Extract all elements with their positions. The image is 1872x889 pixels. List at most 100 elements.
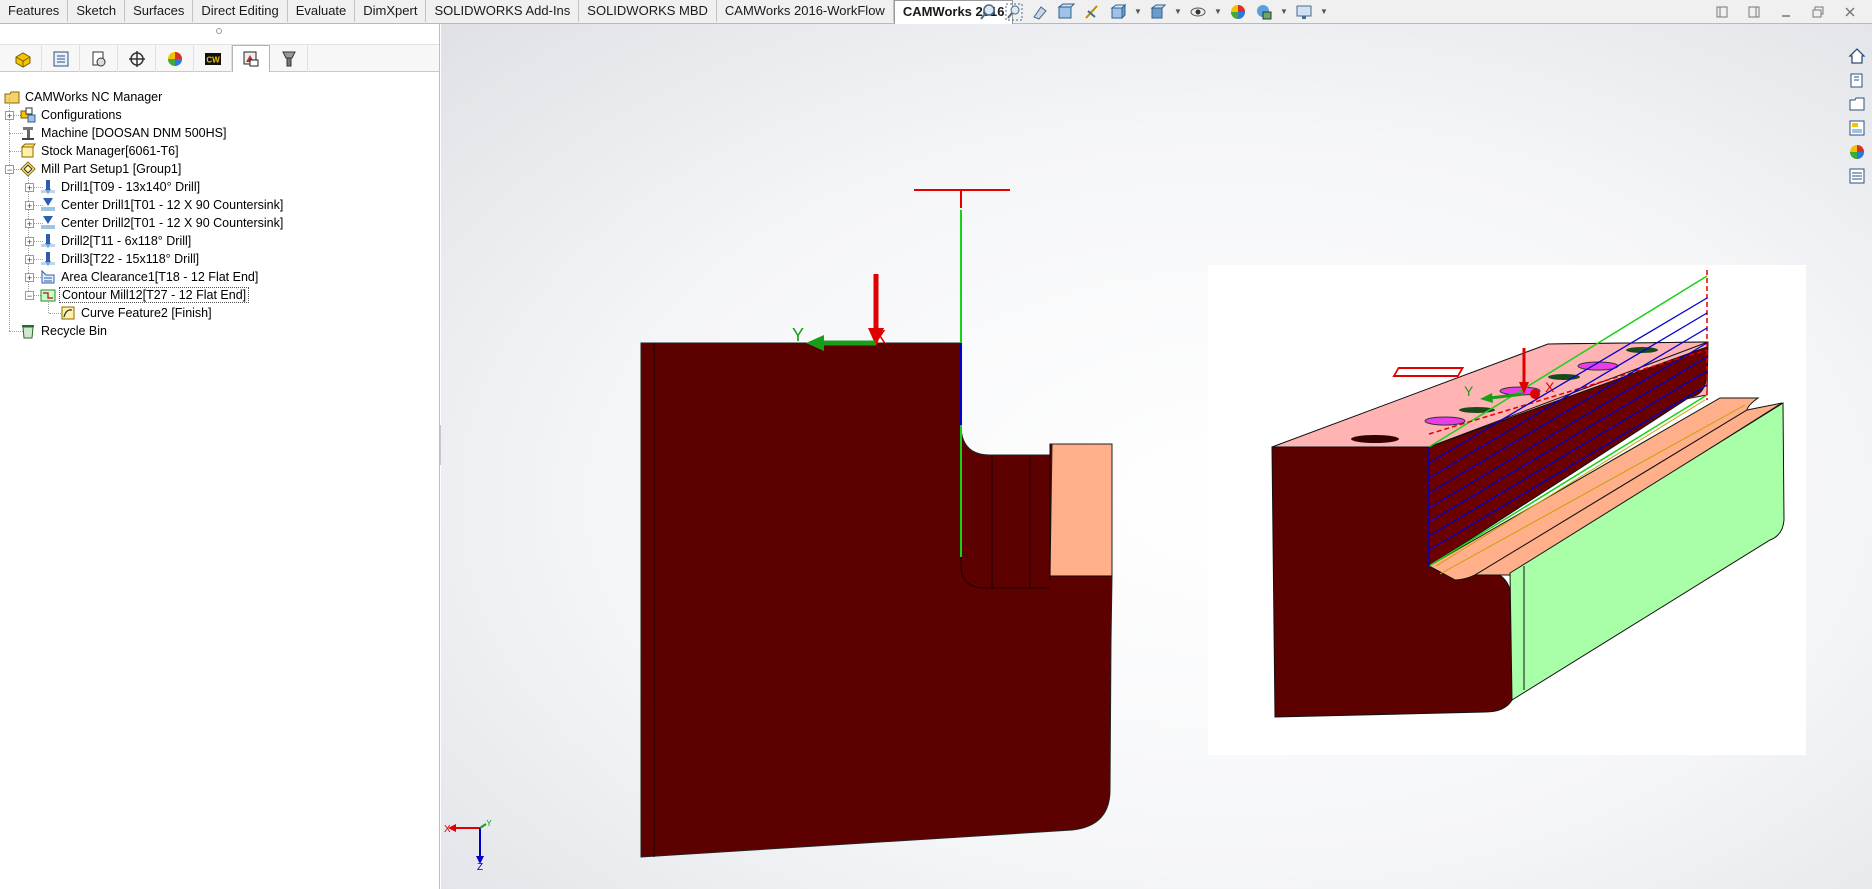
side-view-body — [640, 342, 1113, 858]
tree-item-area-clearance1[interactable]: Area Clearance1[T18 - 12 Flat End] — [40, 268, 260, 286]
view-orientation-icon[interactable] — [1108, 3, 1128, 21]
hide-show-dropdown-icon[interactable]: ▼ — [1214, 3, 1222, 21]
tree-item-contour-mill12[interactable]: Contour Mill12[T27 - 12 Flat End] — [40, 286, 250, 304]
view-settings-icon[interactable] — [1294, 3, 1314, 21]
close-icon[interactable] — [1840, 4, 1860, 20]
tree-item-drill2[interactable]: Drill2[T11 - 6x118° Drill] — [40, 232, 193, 250]
expand-toggle-icon[interactable]: + — [25, 219, 34, 229]
apply-scene-icon[interactable] — [1254, 3, 1274, 21]
drill-icon — [40, 179, 56, 195]
maximize-icon[interactable] — [1808, 4, 1828, 20]
iso-hole-1 — [1351, 435, 1399, 443]
panel-grip-handle[interactable] — [216, 28, 222, 34]
camworks-nc-manager-icon[interactable] — [232, 45, 270, 72]
expand-toggle-icon[interactable]: + — [25, 201, 34, 211]
camworks-feature-tree-icon[interactable] — [4, 45, 42, 72]
zoom-to-area-icon[interactable] — [1004, 3, 1024, 21]
view-palette-icon[interactable] — [1846, 118, 1868, 138]
tree-item-label: Recycle Bin — [41, 324, 107, 338]
custom-properties-icon[interactable] — [1846, 166, 1868, 186]
task-pane-toolbar — [1846, 46, 1868, 186]
contour-mill-icon — [40, 287, 56, 303]
display-manager-icon[interactable] — [156, 45, 194, 72]
file-explorer-icon[interactable] — [1846, 94, 1868, 114]
tab-evaluate[interactable]: Evaluate — [288, 0, 356, 22]
tab-dimxpert[interactable]: DimXpert — [355, 0, 427, 22]
minimize-icon[interactable] — [1776, 4, 1796, 20]
tree-item-label: Drill3[T22 - 15x118° Drill] — [61, 252, 200, 266]
left-y-axis-label: Y — [792, 325, 804, 345]
appearances-icon[interactable] — [1846, 142, 1868, 162]
iso-hole-2 — [1424, 416, 1466, 426]
3d-views-icon[interactable] — [1846, 70, 1868, 90]
tree-item-center-drill2[interactable]: Center Drill2[T01 - 12 X 90 Countersink] — [40, 214, 285, 232]
tree-item-label: Center Drill1[T01 - 12 X 90 Countersink] — [61, 198, 284, 212]
graphics-area[interactable]: Y X Y X — [441, 24, 1872, 889]
side-view-axis-indicator: Y X — [792, 274, 886, 351]
triad-z-label: Z — [477, 862, 483, 870]
tab-solidworks-add-ins[interactable]: SOLIDWORKS Add-Ins — [426, 0, 580, 22]
triad-y-label: Y — [486, 820, 492, 828]
collapse-toggle-icon[interactable]: − — [25, 291, 34, 301]
tree-item-label: Center Drill2[T01 - 12 X 90 Countersink] — [61, 216, 284, 230]
tree-item-curve-feature2[interactable]: Curve Feature2 [Finish] — [60, 304, 214, 322]
cw-icon[interactable]: CW — [194, 45, 232, 72]
expand-toggle-icon[interactable]: + — [25, 255, 34, 265]
expand-toggle-icon[interactable]: + — [25, 273, 34, 283]
dimxpert-manager-icon[interactable] — [118, 45, 156, 72]
tree-item-center-drill1[interactable]: Center Drill1[T01 - 12 X 90 Countersink] — [40, 196, 285, 214]
manager-tabs: CW — [0, 44, 439, 72]
center-drill-icon — [40, 197, 56, 213]
drill-icon — [40, 233, 56, 249]
tree-item-drill1[interactable]: Drill1[T09 - 13x140° Drill] — [40, 178, 202, 196]
tab-sketch[interactable]: Sketch — [68, 0, 126, 22]
configuration-manager-icon[interactable] — [80, 45, 118, 72]
tree-item-recycle-bin[interactable]: Recycle Bin — [20, 322, 109, 340]
tool-holder-icon[interactable] — [270, 45, 308, 72]
collapse-toggle-icon[interactable]: − — [5, 165, 14, 175]
restore-icon[interactable] — [1712, 4, 1732, 20]
left-x-axis-label: X — [874, 327, 886, 347]
tab-features[interactable]: Features — [0, 0, 69, 22]
edit-appearance-icon[interactable] — [1228, 3, 1248, 21]
section-view-icon[interactable] — [1056, 3, 1076, 21]
tree-item-configurations[interactable]: Configurations — [20, 106, 124, 124]
tree-item-mill-part-setup1[interactable]: Mill Part Setup1 [Group1] — [20, 160, 183, 178]
model-scene: Y X Y X — [640, 189, 1806, 858]
display-style-dropdown-icon[interactable]: ▼ — [1174, 3, 1182, 21]
expand-toggle-icon[interactable]: + — [25, 183, 34, 193]
curve-feature-icon — [60, 305, 76, 321]
command-tabs: Features Sketch Surfaces Direct Editing Eval… — [0, 0, 1014, 24]
zoom-to-fit-icon[interactable] — [978, 3, 998, 21]
view-settings-dropdown-icon[interactable]: ▼ — [1320, 3, 1328, 21]
mill-setup-icon — [20, 161, 36, 177]
side-view-part — [640, 342, 1113, 858]
tree-item-machine[interactable]: Machine [DOOSAN DNM 500HS] — [20, 124, 228, 142]
center-drill-icon — [40, 215, 56, 231]
tree-root-nc-manager[interactable]: CAMWorks NC Manager — [4, 88, 164, 106]
tree-item-label: Contour Mill12[T27 - 12 Flat End] — [59, 287, 250, 303]
tree-item-stock-manager[interactable]: Stock Manager[6061-T6] — [20, 142, 181, 160]
tab-surfaces[interactable]: Surfaces — [125, 0, 194, 22]
expand-toggle-icon[interactable]: + — [5, 111, 14, 121]
tab-camworks-2016-workflow[interactable]: CAMWorks 2016-WorkFlow — [717, 0, 894, 22]
triad-x-label: X — [444, 824, 451, 835]
expand-toggle-icon[interactable]: + — [25, 237, 34, 247]
home-icon[interactable] — [1846, 46, 1868, 66]
tree-item-label: Drill1[T09 - 13x140° Drill] — [61, 180, 201, 194]
dynamic-annotation-icon[interactable] — [1082, 3, 1102, 21]
view-orientation-dropdown-icon[interactable]: ▼ — [1134, 3, 1142, 21]
tile-icon[interactable] — [1744, 4, 1764, 20]
tree-item-label: Drill2[T11 - 6x118° Drill] — [61, 234, 192, 248]
apply-scene-dropdown-icon[interactable]: ▼ — [1280, 3, 1288, 21]
previous-view-icon[interactable] — [1030, 3, 1050, 21]
property-manager-icon[interactable] — [42, 45, 80, 72]
tree-item-drill3[interactable]: Drill3[T22 - 15x118° Drill] — [40, 250, 201, 268]
tab-solidworks-mbd[interactable]: SOLIDWORKS MBD — [579, 0, 717, 22]
hide-show-items-icon[interactable] — [1188, 3, 1208, 21]
command-manager-tabbar: Features Sketch Surfaces Direct Editing Eval… — [0, 0, 1872, 24]
tree-item-label: Machine [DOOSAN DNM 500HS] — [41, 126, 227, 140]
document-window-controls — [1712, 4, 1860, 20]
display-style-icon[interactable] — [1148, 3, 1168, 21]
tab-direct-editing[interactable]: Direct Editing — [193, 0, 288, 22]
